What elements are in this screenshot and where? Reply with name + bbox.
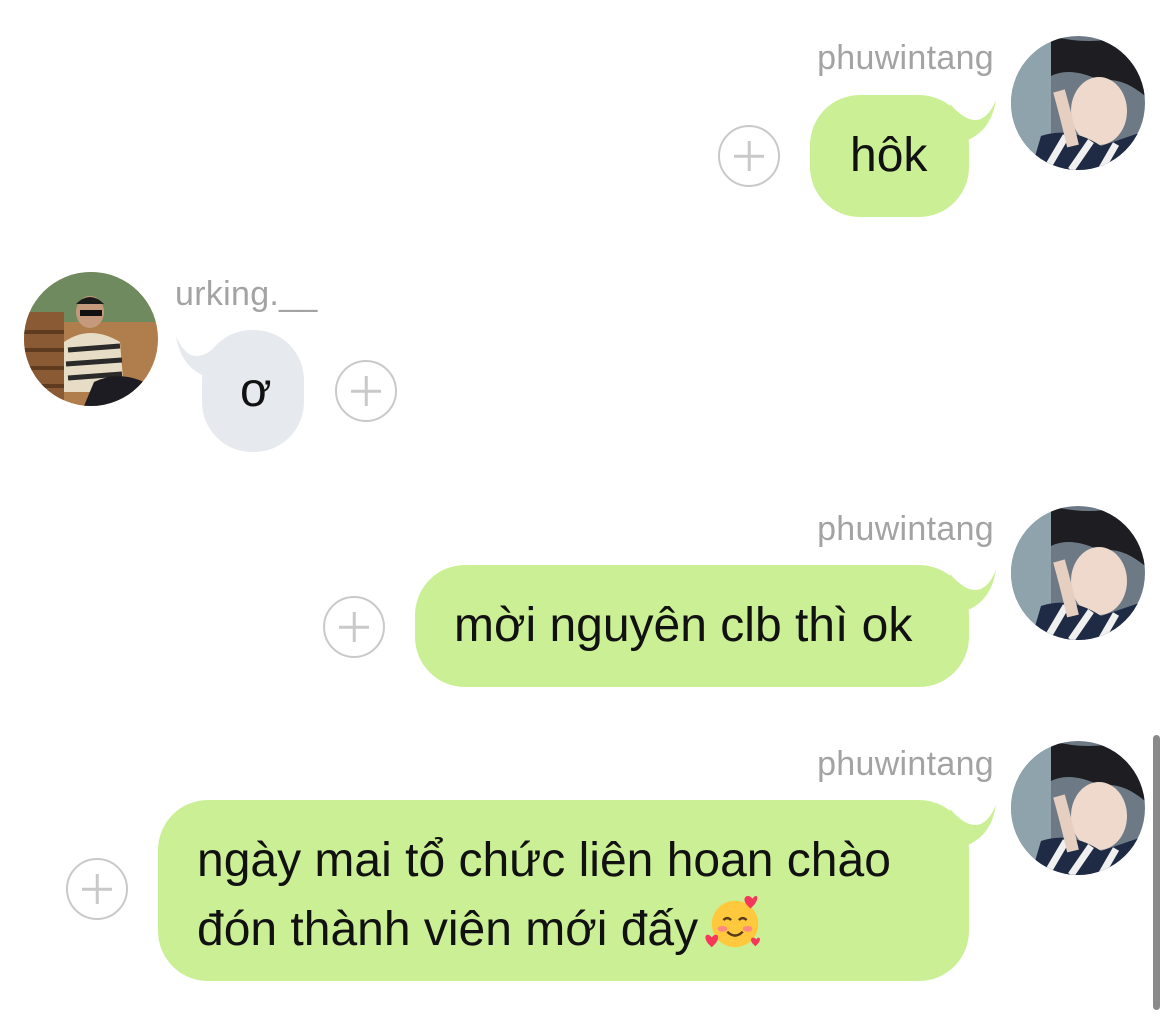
chat-thread[interactable]: phuwintang hôk urking.__ ơ phuwintang mờ… <box>0 0 1170 1017</box>
avatar[interactable] <box>1011 36 1145 170</box>
sender-name: urking.__ <box>175 275 318 313</box>
message-text-line-wrap: đón thành viên mới đấy <box>197 891 969 960</box>
message-bubble-outgoing[interactable]: mời nguyên clb thì ok <box>415 565 969 687</box>
avatar[interactable] <box>1011 506 1145 640</box>
sender-name: phuwintang <box>817 39 994 77</box>
add-reaction-button[interactable] <box>718 125 780 187</box>
add-reaction-button[interactable] <box>66 858 128 920</box>
message-text-line: đón thành viên mới đấy <box>197 903 699 956</box>
scrollbar[interactable] <box>1153 735 1160 1010</box>
message-bubble-outgoing[interactable]: ngày mai tổ chức liên hoan chào đón thàn… <box>158 800 969 981</box>
smiling-face-with-hearts-icon <box>705 895 761 948</box>
message-text: hôk <box>850 129 928 182</box>
sender-name: phuwintang <box>817 745 994 783</box>
message-text: mời nguyên clb thì ok <box>454 599 913 652</box>
message-text-line: ngày mai tổ chức liên hoan chào <box>197 834 891 887</box>
message-bubble-outgoing[interactable]: hôk <box>810 95 969 217</box>
message-text: ơ <box>240 364 272 417</box>
avatar[interactable] <box>1011 741 1145 875</box>
message-bubble-incoming[interactable]: ơ <box>202 330 304 452</box>
avatar[interactable] <box>24 272 158 406</box>
sender-name: phuwintang <box>817 510 994 548</box>
add-reaction-button[interactable] <box>335 360 397 422</box>
add-reaction-button[interactable] <box>323 596 385 658</box>
